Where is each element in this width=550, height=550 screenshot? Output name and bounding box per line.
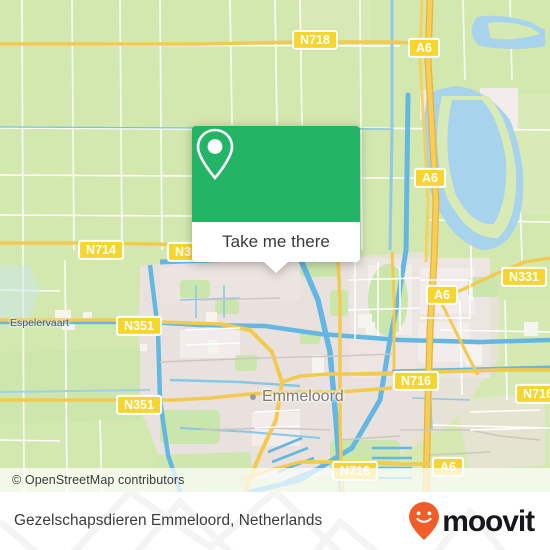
road-shield-label: N351 (124, 397, 154, 412)
road-shield-label: N716 (523, 386, 550, 401)
page-title: Gezelschapsdieren Emmeloord, Netherlands (14, 512, 322, 530)
road-shield[interactable]: N331 (501, 266, 547, 288)
road-shield[interactable]: N718 (292, 29, 338, 51)
road-shield-label: N716 (401, 373, 431, 388)
road-shield[interactable]: A6 (414, 167, 446, 189)
road-shield-label: N331 (509, 269, 539, 284)
location-pin-icon (196, 128, 234, 181)
road-shield[interactable]: N351 (116, 394, 162, 416)
popup-pointer (264, 262, 288, 273)
road-shield[interactable]: N714 (78, 239, 124, 261)
road-shield[interactable]: N716 (393, 370, 439, 392)
road-shield-label: N718 (300, 32, 330, 47)
road-shield[interactable]: A6 (426, 284, 458, 306)
moovit-smiley-pin-icon (409, 502, 440, 540)
take-me-there-button[interactable]: Take me there (192, 222, 360, 262)
map-attribution[interactable]: © OpenStreetMap contributors (0, 468, 550, 492)
road-shield[interactable]: N716 (515, 383, 550, 405)
road-shield[interactable]: N351 (116, 315, 162, 337)
road-shield-label: N714 (86, 242, 116, 257)
road-shield-label: A6 (434, 287, 450, 302)
moovit-logo[interactable]: moovit (407, 501, 535, 541)
map-canvas[interactable]: Emmeloord Espelervaart N718 A6 A6 N714 N… (0, 0, 550, 492)
road-shield-label: A6 (422, 170, 438, 185)
footer-bar: Gezelschapsdieren Emmeloord, Netherlands… (0, 492, 550, 550)
attribution-text: © OpenStreetMap contributors (12, 473, 185, 487)
road-shield[interactable]: A6 (408, 37, 440, 59)
take-me-there-label: Take me there (222, 232, 330, 251)
road-shield-label: A6 (416, 40, 432, 55)
footer-title-text: Gezelschapsdieren Emmeloord, Netherlands (14, 512, 323, 529)
take-me-there-popup[interactable]: Take me there (192, 126, 360, 273)
popup-image-area (192, 126, 360, 222)
moovit-wordmark: moovit (442, 505, 535, 538)
road-shield-label: N351 (124, 318, 154, 333)
screenshot-root: Emmeloord Espelervaart N718 A6 A6 N714 N… (0, 0, 550, 550)
